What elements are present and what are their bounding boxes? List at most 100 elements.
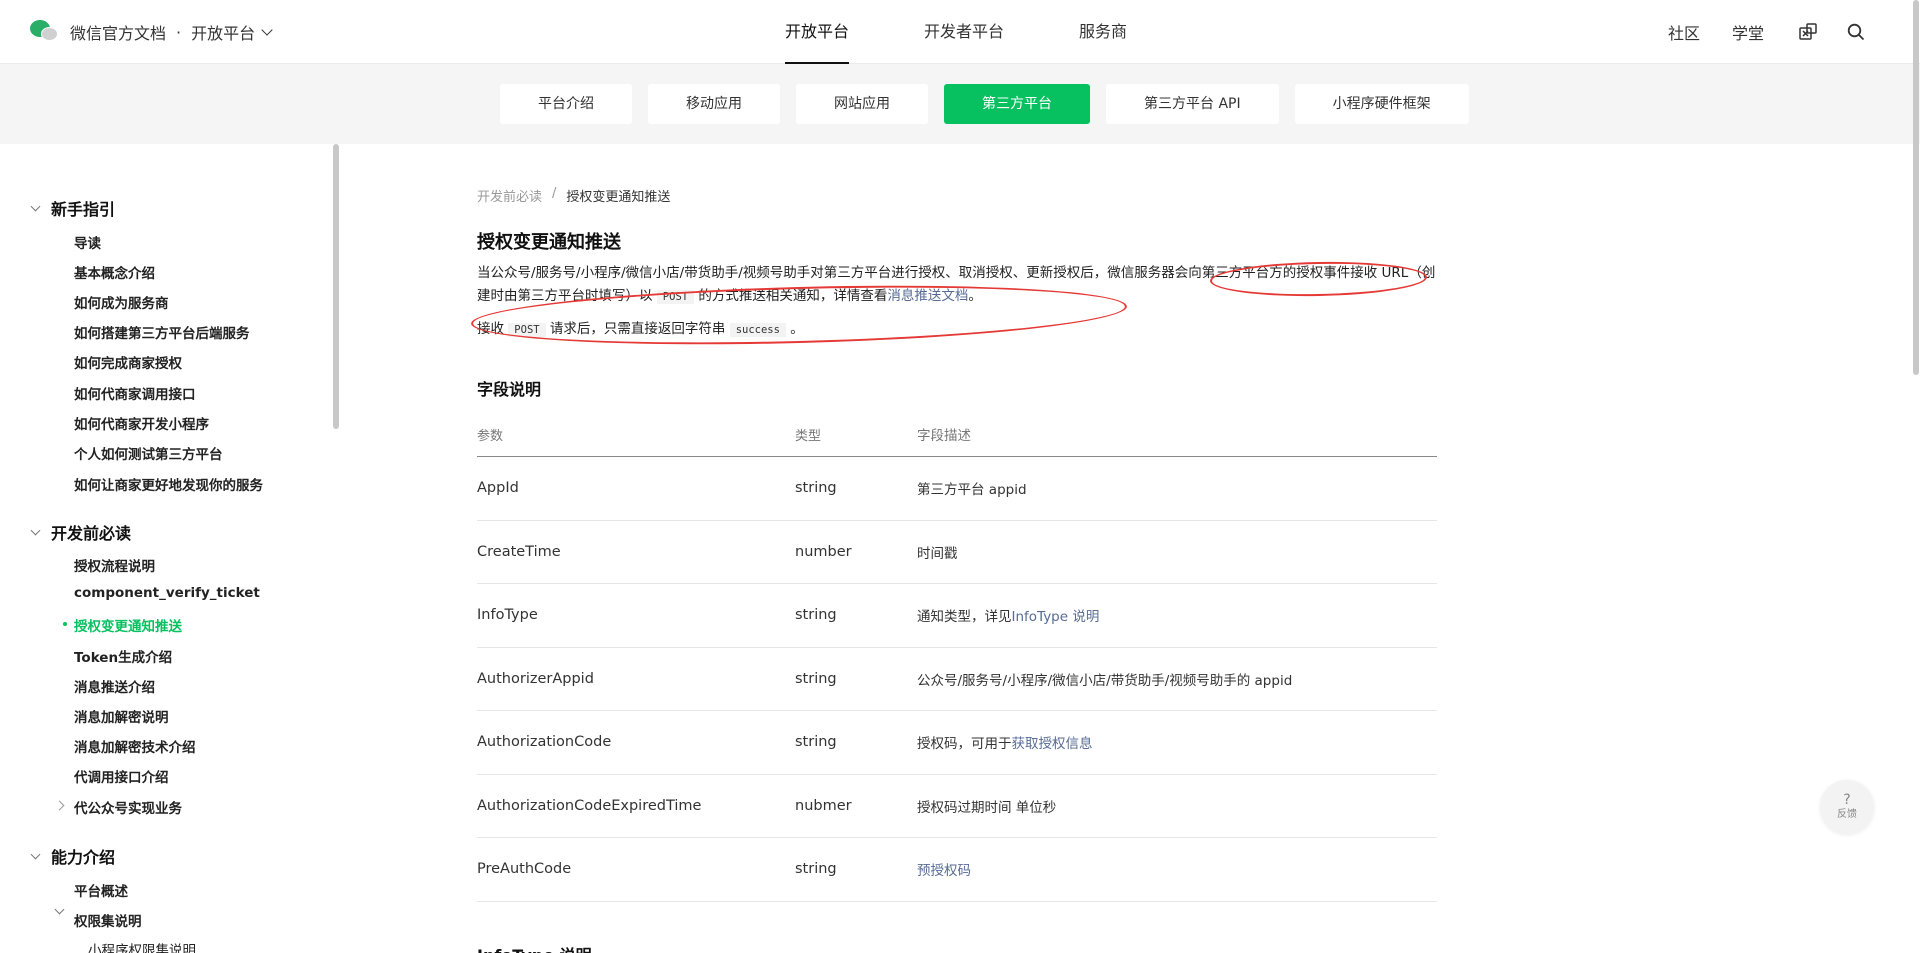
breadcrumb-separator: / (552, 186, 557, 201)
sidebar-item[interactable]: 代公众号实现业务 (74, 797, 182, 817)
sidebar-item[interactable]: 授权流程说明 (74, 555, 155, 575)
param-cell: AuthorizationCodeExpiredTime (477, 797, 702, 814)
nav-academy[interactable]: 学堂 (1732, 20, 1764, 44)
sidebar-item[interactable]: 权限集说明 (74, 910, 142, 930)
tab-third-party-platform[interactable]: 第三方平台 (944, 84, 1090, 124)
get-auth-info-link[interactable]: 获取授权信息 (1012, 736, 1093, 752)
table-header-cell: 字段描述 (917, 428, 971, 444)
page-scrollbar[interactable] (1913, 0, 1919, 375)
chevron-right-icon[interactable] (54, 800, 66, 812)
sidebar-item[interactable]: 如何搭建第三方平台后端服务 (74, 322, 250, 342)
chevron-down-icon (30, 201, 41, 211)
tab-platform-intro[interactable]: 平台介绍 (500, 84, 632, 124)
nav-open-platform[interactable]: 开放平台 (785, 0, 850, 64)
chevron-down-icon (30, 525, 41, 535)
desc-cell: 预授权码 (917, 859, 1437, 879)
sidebar-scrollbar[interactable] (333, 144, 339, 429)
tab-mini-hardware[interactable]: 小程序硬件框架 (1294, 84, 1469, 124)
sidebar-item[interactable]: 消息推送介绍 (74, 676, 155, 696)
message-push-doc-link[interactable]: 消息推送文档 (887, 288, 968, 304)
sidebar-item[interactable]: 个人如何测试第三方平台 (74, 443, 223, 463)
sidebar-item[interactable]: 如何让商家更好地发现你的服务 (74, 474, 263, 494)
chevron-down-icon[interactable] (54, 904, 66, 920)
desc-cell: 公众号/服务号/小程序/微信小店/带货助手/视频号助手的 appid (917, 669, 1437, 689)
sidebar-group-label: 新手指引 (51, 200, 116, 219)
platform-switcher[interactable]: 开放平台 (191, 20, 273, 44)
tab-website-app[interactable]: 网站应用 (796, 84, 928, 124)
brand[interactable]: 微信官方文档 · 开放平台 (30, 20, 273, 44)
intro-text: 。 (968, 288, 982, 304)
type-cell: string (795, 734, 837, 751)
inline-code: success (729, 323, 786, 337)
fields-table: 参数 类型 字段描述 AppId string 第三方平台 appid Crea… (477, 412, 1437, 902)
sidebar-item[interactable]: 如何成为服务商 (74, 292, 169, 312)
sidebar-item-active[interactable]: 授权变更通知推送 (63, 615, 182, 635)
intro-text: 的方式推送相关通知，详情查看 (698, 288, 888, 304)
type-cell: string (795, 861, 837, 878)
response-text: 。 (790, 321, 804, 337)
table-header: 参数 类型 字段描述 (477, 412, 1437, 457)
section-title: 字段说明 (477, 380, 542, 399)
infotype-link[interactable]: InfoType 说明 (1012, 609, 1100, 625)
table-row: PreAuthCode string 预授权码 (477, 838, 1437, 902)
inline-code: POST (508, 323, 546, 337)
param-cell: AppId (477, 480, 519, 497)
param-cell: InfoType (477, 607, 538, 624)
desc-text: 通知类型，详见 (917, 609, 1012, 626)
type-cell: string (795, 480, 837, 497)
nav-service-provider[interactable]: 服务商 (1079, 0, 1127, 64)
tab-third-party-api[interactable]: 第三方平台 API (1106, 84, 1279, 124)
search-icon[interactable] (1844, 20, 1868, 44)
pre-auth-code-link[interactable]: 预授权码 (917, 863, 971, 879)
desc-text: 授权码，可用于 (917, 736, 1012, 753)
intro-paragraph: 当公众号/服务号/小程序/微信小店/带货助手/视频号助手对第三方平台进行授权、取… (477, 262, 1437, 309)
sidebar-item[interactable]: 平台概述 (74, 880, 128, 900)
response-text: 接收 (477, 321, 504, 337)
type-cell: number (795, 543, 852, 560)
breadcrumb-current: 授权变更通知推送 (566, 190, 671, 205)
param-cell: AuthorizerAppid (477, 670, 594, 687)
breadcrumb-parent[interactable]: 开发前必读 (477, 186, 542, 205)
table-row: AuthorizationCodeExpiredTime nubmer 授权码过… (477, 775, 1437, 838)
sidebar-item[interactable]: 消息加解密技术介绍 (74, 736, 196, 756)
feedback-button[interactable]: ? 反馈 (1820, 780, 1874, 834)
response-text: 请求后，只需直接返回字符串 (549, 321, 726, 337)
sub-navbar: 平台介绍 移动应用 网站应用 第三方平台 第三方平台 API 小程序硬件框架 (0, 64, 1920, 144)
sidebar-group-capabilities[interactable]: 能力介绍 (30, 844, 116, 868)
sidebar-item[interactable]: 小程序权限集说明 (88, 939, 196, 953)
brand-title[interactable]: 微信官方文档 (70, 20, 166, 44)
sidebar-item[interactable]: 导读 (74, 232, 101, 252)
top-navbar: 微信官方文档 · 开放平台 开放平台 开发者平台 服务商 社区 学堂 (0, 0, 1920, 64)
desc-text: 第三方平台 appid (917, 482, 1027, 499)
nav-developer-platform[interactable]: 开发者平台 (924, 0, 1004, 64)
sidebar-item[interactable]: 基本概念介绍 (74, 262, 155, 282)
table-row: AuthorizerAppid string 公众号/服务号/小程序/微信小店/… (477, 648, 1437, 711)
sidebar-item[interactable]: 如何完成商家授权 (74, 352, 182, 372)
sidebar-item[interactable]: component_verify_ticket (74, 585, 260, 601)
response-paragraph: 接收 POST 请求后，只需直接返回字符串 success 。 (477, 318, 804, 342)
inline-code: POST (656, 290, 695, 304)
sidebar-item[interactable]: 如何代商家开发小程序 (74, 413, 209, 433)
sidebar-group-label: 能力介绍 (51, 848, 116, 867)
right-nav: 社区 学堂 (1668, 0, 1868, 64)
sidebar-item[interactable]: 消息加解密说明 (74, 706, 169, 726)
nav-community[interactable]: 社区 (1668, 20, 1700, 44)
sidebar-item[interactable]: Token生成介绍 (74, 646, 172, 666)
table-row: AppId string 第三方平台 appid (477, 457, 1437, 521)
param-cell: CreateTime (477, 543, 561, 560)
help-icon: ? (1843, 792, 1851, 808)
tab-mobile-app[interactable]: 移动应用 (648, 84, 780, 124)
table-row: InfoType string 通知类型，详见InfoType 说明 (477, 584, 1437, 648)
devtools-icon[interactable] (1796, 20, 1820, 44)
sidebar-group-prerequisites[interactable]: 开发前必读 (30, 520, 131, 544)
desc-text: 时间戳 (917, 545, 958, 562)
page-title: 授权变更通知推送 (477, 232, 621, 253)
table-row: AuthorizationCode string 授权码，可用于获取授权信息 (477, 711, 1437, 775)
sidebar-item[interactable]: 如何代商家调用接口 (74, 383, 196, 403)
desc-cell: 授权码过期时间 单位秒 (917, 796, 1437, 816)
table-header-cell: 参数 (477, 428, 504, 444)
sidebar-group-newbie[interactable]: 新手指引 (30, 196, 116, 220)
table-header-cell: 类型 (795, 428, 822, 444)
desc-text: 公众号/服务号/小程序/微信小店/带货助手/视频号助手的 appid (917, 672, 1293, 689)
sidebar-item[interactable]: 代调用接口介绍 (74, 766, 169, 786)
